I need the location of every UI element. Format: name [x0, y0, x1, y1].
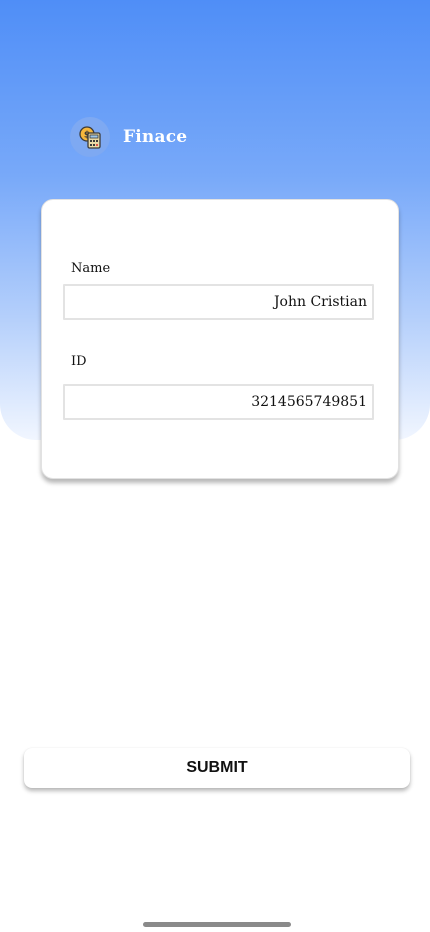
submit-button[interactable]: SUBMIT — [24, 748, 410, 788]
screen: $ Finace Name ID SUBMIT — [0, 0, 430, 932]
name-label: Name — [71, 261, 111, 276]
brand: $ Finace — [70, 117, 187, 157]
app-name: Finace — [123, 127, 188, 147]
id-input[interactable] — [63, 384, 374, 420]
form-card: Name ID — [41, 199, 399, 479]
name-input[interactable] — [63, 284, 374, 320]
id-label: ID — [71, 354, 87, 369]
calculator-coin-icon: $ — [70, 117, 110, 157]
home-indicator — [143, 922, 291, 927]
